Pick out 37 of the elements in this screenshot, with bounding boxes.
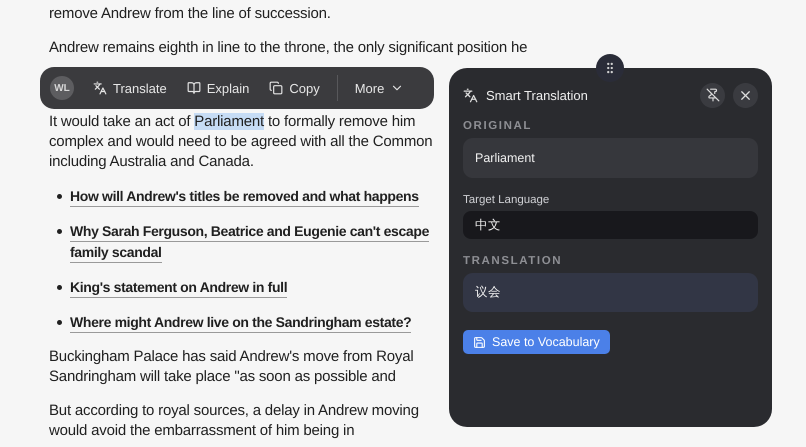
user-avatar[interactable]: WL	[50, 76, 74, 100]
unpin-button[interactable]	[700, 82, 725, 108]
bullet-icon	[57, 320, 62, 325]
section-label: TRANSLATION	[463, 255, 564, 267]
paragraph-line: Sandringham will take place "as soon as possible and	[49, 367, 396, 387]
paragraph-line: including Australia and Canada.	[49, 152, 254, 172]
paragraph-line: would avoid the embarrassment of him being in	[49, 421, 354, 441]
article-link[interactable]: Why Sarah Ferguson, Beatrice and Eugenie can't escape	[70, 221, 430, 242]
bullet-icon	[57, 194, 62, 199]
section-label: ORIGINAL	[463, 120, 534, 132]
article-link[interactable]: King's statement on Andrew in full	[70, 277, 288, 298]
paragraph-line: It would take an act of Parliament to formally remove him	[49, 112, 416, 132]
translate-button[interactable]: Translate	[86, 76, 174, 100]
article-link[interactable]: Where might Andrew live on the Sandringham estate?	[70, 312, 412, 333]
paragraph-line: But according to royal sources, a delay in Andrew moving	[49, 401, 419, 421]
language-select[interactable]: 中文	[463, 211, 758, 239]
explain-button[interactable]: Explain	[180, 76, 256, 100]
close-button[interactable]	[733, 82, 758, 108]
panel-title: Smart Translation	[486, 88, 589, 102]
more-button[interactable]: More	[348, 76, 412, 100]
article-link[interactable]: How will Andrew's titles be removed and what happens	[70, 186, 419, 207]
copy-button[interactable]: Copy	[262, 76, 327, 100]
open-book-icon	[186, 81, 201, 95]
copy-icon	[269, 81, 284, 95]
drag-handle[interactable]	[596, 54, 624, 82]
paragraph-line: complex and would need to be agreed with all the Common	[49, 132, 432, 152]
article-link[interactable]: family scandal	[70, 242, 162, 263]
translate-icon	[463, 88, 478, 102]
save-vocabulary-button[interactable]: Save to Vocabulary	[463, 330, 610, 354]
paragraph-line: Andrew remains eighth in line to the throne, the only significant position he	[49, 38, 528, 58]
pin-off-icon	[706, 88, 720, 102]
paragraph-line: Buckingham Palace has said Andrew's move from Royal	[49, 347, 414, 367]
bullet-icon	[57, 229, 62, 234]
paragraph-line: remove Andrew from the line of succession.	[49, 4, 331, 24]
translate-icon	[93, 81, 107, 95]
bullet-icon	[57, 285, 62, 290]
field-label: Target Language	[463, 194, 550, 206]
